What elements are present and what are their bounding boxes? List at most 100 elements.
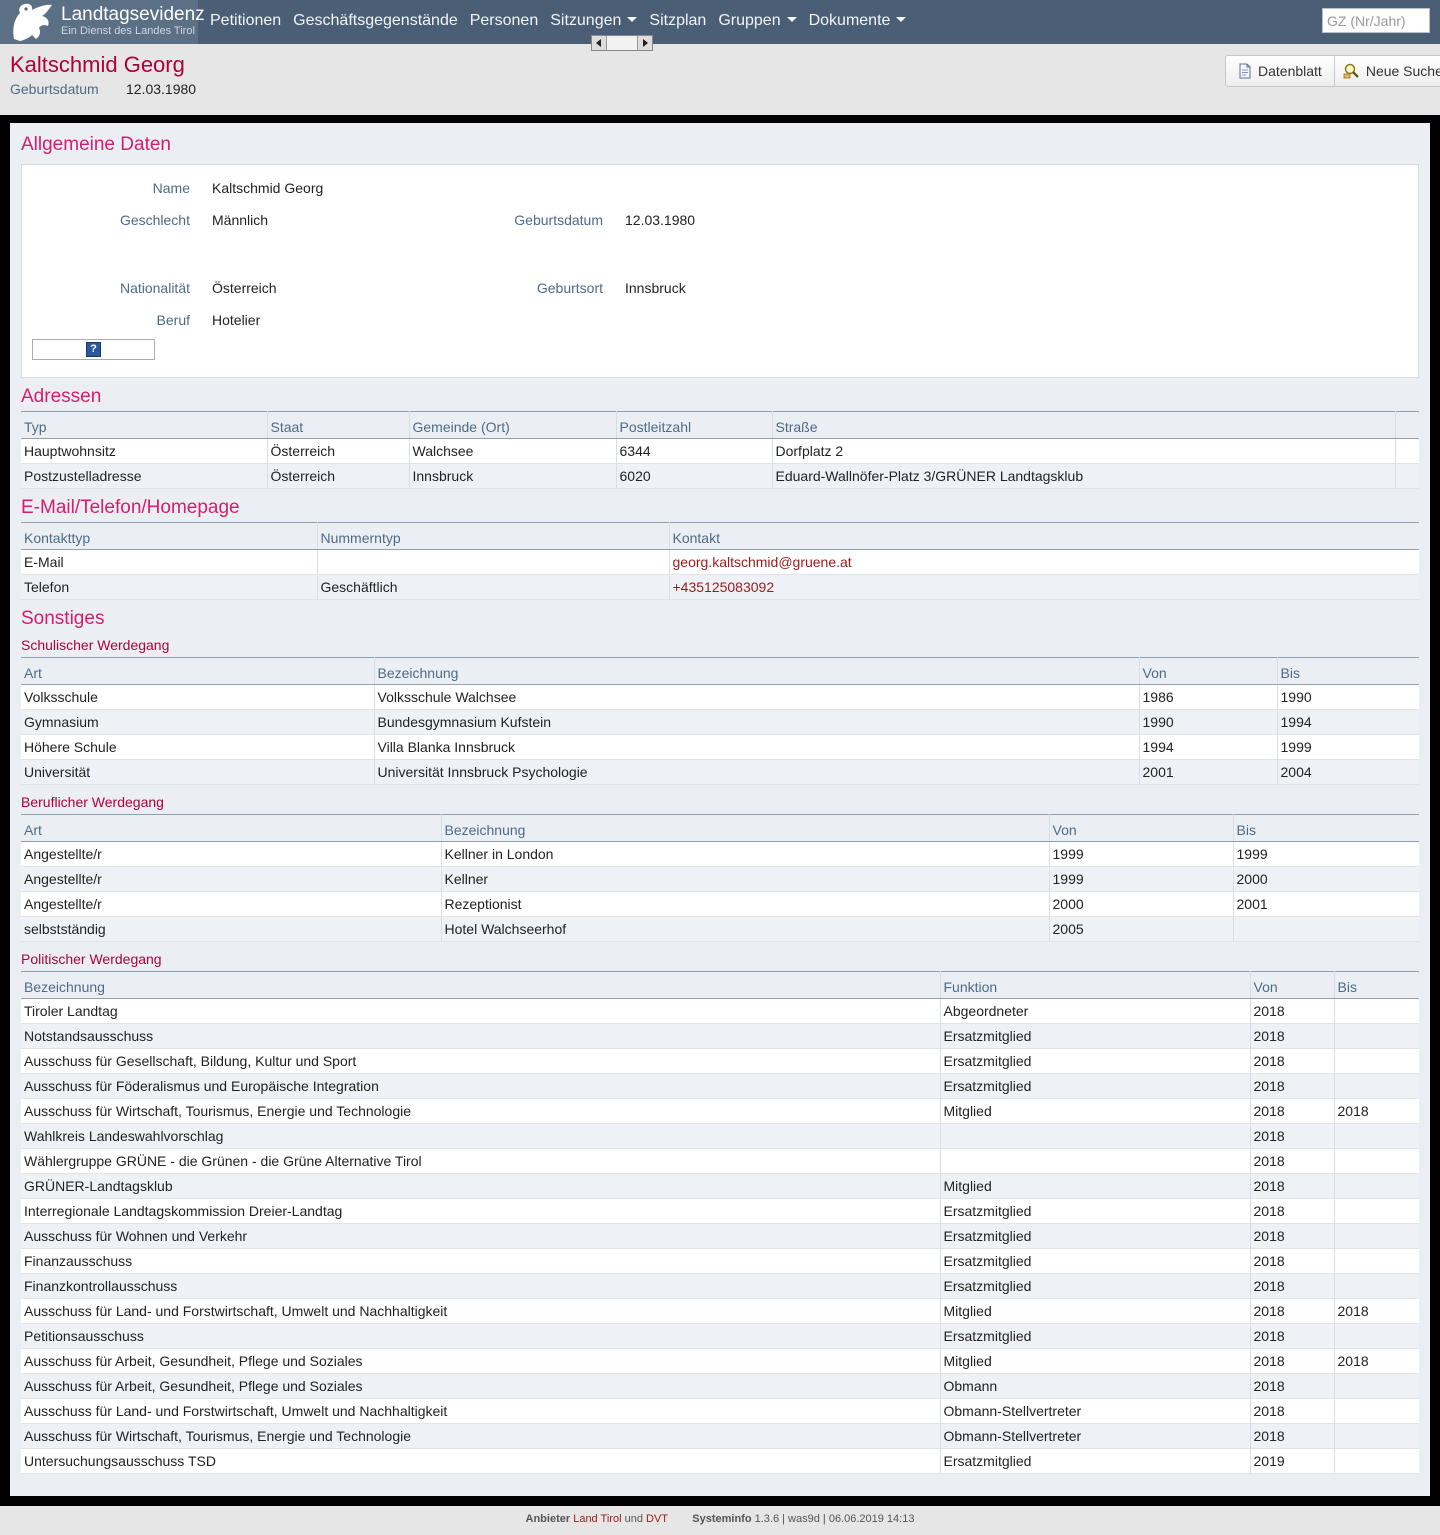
politics-row: Ausschuss für Wirtschaft, Tourismus, Ene… — [21, 1098, 1419, 1124]
school-row: Volksschule Volksschule Walchsee 1986 1990 — [21, 684, 1419, 710]
nav-item-personen[interactable]: Personen — [464, 0, 545, 44]
scroll-right-button[interactable] — [637, 36, 652, 50]
table-cell — [1334, 1023, 1419, 1049]
column-header[interactable]: Kontakttyp — [21, 522, 318, 550]
scroll-left-button[interactable] — [592, 36, 607, 50]
nav-item-petitionen[interactable]: Petitionen — [204, 0, 287, 44]
table-cell: Österreich — [267, 463, 410, 489]
politics-row: Ausschuss für Arbeit, Gesundheit, Pflege… — [21, 1348, 1419, 1374]
politics-row: Ausschuss für Wirtschaft, Tourismus, Ene… — [21, 1423, 1419, 1449]
politics-row: Petitionsausschuss Ersatzmitglied 2018 — [21, 1323, 1419, 1349]
gender-value: Männlich — [212, 212, 269, 228]
datenblatt-button[interactable]: Datenblatt — [1226, 56, 1334, 86]
job-label: Beruf — [156, 312, 190, 328]
contact-row: Telefon Geschäftlich +435125083092 — [21, 574, 1419, 600]
table-cell: +435125083092 — [669, 574, 1419, 600]
menu-scroller[interactable] — [591, 35, 653, 51]
table-cell: 2018 — [1250, 1423, 1335, 1449]
table-cell: Kellner in London — [441, 841, 1050, 867]
table-cell: 2018 — [1250, 998, 1335, 1024]
name-label: Name — [152, 180, 190, 196]
column-header[interactable]: Straße — [772, 411, 1396, 439]
column-header[interactable]: Bis — [1334, 971, 1419, 999]
column-header[interactable]: Gemeinde (Ort) — [409, 411, 617, 439]
nav-item-geschäftsgegenstände[interactable]: Geschäftsgegenstände — [287, 0, 464, 44]
nav-item-label: Sitzungen — [550, 12, 622, 29]
table-cell: Ersatzmitglied — [940, 1198, 1251, 1224]
table-cell: Ausschuss für Föderalismus und Europäisc… — [21, 1073, 941, 1099]
politics-row: Ausschuss für Wohnen und Verkehr Ersatzmi… — [21, 1223, 1419, 1249]
general-data-box: Name Kaltschmid Georg Geschlecht Männlic… — [21, 164, 1419, 378]
misc-section-title: Sonstiges — [21, 608, 105, 629]
column-header[interactable]: Art — [21, 814, 442, 842]
column-header[interactable]: Nummerntyp — [317, 522, 670, 550]
caret-down-icon — [786, 17, 797, 22]
politics-row: Ausschuss für Land- und Forstwirtschaft,… — [21, 1298, 1419, 1324]
table-cell: Obmann — [940, 1373, 1251, 1399]
column-header[interactable]: Von — [1049, 814, 1234, 842]
table-cell: Angestellte/r — [21, 891, 442, 917]
table-cell: Ausschuss für Land- und Forstwirtschaft,… — [21, 1298, 941, 1324]
general-section-title: Allgemeine Daten — [21, 134, 171, 155]
table-cell: 2000 — [1049, 891, 1234, 917]
contact-section-title: E-Mail/Telefon/Homepage — [21, 497, 240, 518]
contact-link[interactable]: +435125083092 — [673, 579, 775, 595]
school-row: Gymnasium Bundesgymnasium Kufstein 1990 199… — [21, 709, 1419, 735]
neue-suche-button[interactable]: Neue Suche — [1333, 56, 1440, 86]
column-header[interactable]: Bis — [1233, 814, 1419, 842]
column-header[interactable]: Von — [1250, 971, 1335, 999]
column-header[interactable]: Kontakt — [669, 522, 1419, 550]
nav-item-dokumente[interactable]: Dokumente — [803, 0, 913, 44]
column-header[interactable]: Bezeichnung — [21, 971, 941, 999]
career-subsection-title: Beruflicher Werdegang — [21, 794, 164, 810]
table-cell: 2018 — [1250, 1198, 1335, 1224]
column-header[interactable]: Staat — [267, 411, 410, 439]
table-cell: 2018 — [1250, 1248, 1335, 1274]
table-cell: Ausschuss für Land- und Forstwirtschaft,… — [21, 1398, 941, 1424]
neue-suche-label: Neue Suche — [1365, 63, 1440, 79]
nav-item-gruppen[interactable]: Gruppen — [712, 0, 802, 44]
column-header[interactable]: Bis — [1277, 657, 1419, 685]
column-header[interactable] — [1395, 411, 1419, 439]
page-title: Kaltschmid Georg — [10, 52, 185, 77]
table-cell: Ersatzmitglied — [940, 1323, 1251, 1349]
nav-item-label: Dokumente — [808, 12, 891, 29]
table-cell: Ersatzmitglied — [940, 1023, 1251, 1049]
table-header-row: Art Bezeichnung Von Bis — [21, 814, 1419, 842]
column-header[interactable]: Von — [1139, 657, 1278, 685]
help-icon[interactable]: ? — [86, 342, 101, 357]
nav-item-label: Petitionen — [210, 12, 282, 29]
table-cell: 1999 — [1049, 841, 1234, 867]
table-cell: 6020 — [616, 463, 773, 489]
column-header[interactable]: Funktion — [940, 971, 1251, 999]
gz-search-input[interactable] — [1322, 8, 1430, 33]
table-cell: Ausschuss für Arbeit, Gesundheit, Pflege… — [21, 1373, 941, 1399]
table-cell: 6344 — [616, 438, 773, 464]
name-value: Kaltschmid Georg — [212, 180, 324, 196]
column-header[interactable]: Bezeichnung — [441, 814, 1050, 842]
table-cell: 2000 — [1233, 866, 1419, 892]
column-header[interactable]: Bezeichnung — [374, 657, 1140, 685]
table-cell: Ersatzmitglied — [940, 1073, 1251, 1099]
top-navbar: Landtagsevidenz Ein Dienst des Landes Ti… — [0, 0, 1440, 44]
brand[interactable]: Landtagsevidenz Ein Dienst des Landes Ti… — [0, 0, 205, 44]
nav-item-sitzplan[interactable]: Sitzplan — [643, 0, 712, 44]
footer-link-dvt[interactable]: DVT — [646, 1513, 668, 1525]
column-header[interactable]: Art — [21, 657, 375, 685]
column-header[interactable]: Typ — [21, 411, 268, 439]
table-header-row: Kontakttyp Nummerntyp Kontakt — [21, 522, 1419, 550]
table-cell: 2019 — [1250, 1448, 1335, 1474]
column-header[interactable]: Postleitzahl — [616, 411, 773, 439]
table-cell: Volksschule — [21, 684, 375, 710]
scroll-track[interactable] — [607, 36, 637, 50]
table-cell — [1334, 1223, 1419, 1249]
help-box[interactable]: ? — [32, 339, 155, 360]
table-cell: Ersatzmitglied — [940, 1248, 1251, 1274]
table-cell: Mitglied — [940, 1348, 1251, 1374]
footer-link-land-tirol[interactable]: Land Tirol — [573, 1513, 621, 1525]
politics-row: Tiroler Landtag Abgeordneter 2018 — [21, 998, 1419, 1024]
table-cell: Walchsee — [409, 438, 617, 464]
table-cell: Rezeptionist — [441, 891, 1050, 917]
table-cell: Ausschuss für Arbeit, Gesundheit, Pflege… — [21, 1348, 941, 1374]
contact-link[interactable]: georg.kaltschmid@gruene.at — [673, 554, 852, 570]
